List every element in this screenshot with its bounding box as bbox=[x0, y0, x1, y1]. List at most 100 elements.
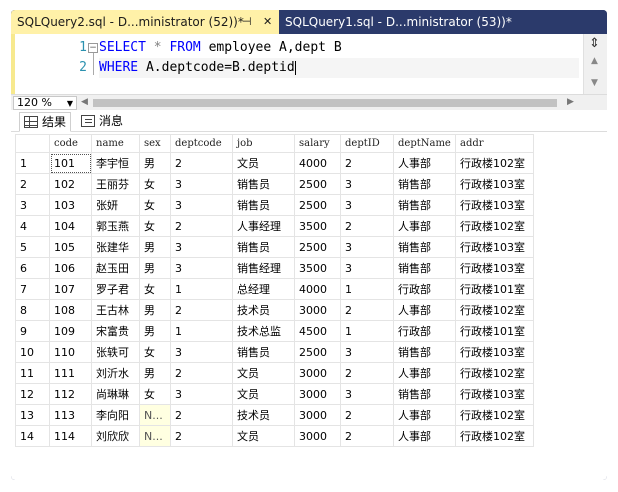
table-cell[interactable]: N... bbox=[139, 425, 171, 447]
table-cell[interactable]: 3500 bbox=[294, 257, 341, 279]
table-cell[interactable]: 3 bbox=[170, 341, 233, 363]
table-cell[interactable]: 行政楼103室 bbox=[455, 236, 534, 258]
table-cell[interactable]: 技术总监 bbox=[232, 320, 295, 342]
table-cell[interactable]: 2 bbox=[340, 215, 394, 237]
table-cell[interactable]: 销售员 bbox=[232, 236, 295, 258]
table-cell[interactable]: 3000 bbox=[294, 383, 341, 405]
table-row[interactable]: 6 106 赵玉田男 3 销售经理 3500 3 销售部 行政楼103室 bbox=[15, 257, 534, 279]
table-cell[interactable]: 2 bbox=[340, 404, 394, 426]
table-cell[interactable]: 107 bbox=[49, 278, 92, 300]
table-cell[interactable]: 刘欣欣 bbox=[91, 425, 140, 447]
table-cell[interactable]: 1 bbox=[340, 320, 394, 342]
table-cell[interactable]: 女 bbox=[139, 173, 171, 195]
table-cell[interactable]: 2 bbox=[170, 425, 233, 447]
table-cell[interactable]: 102 bbox=[49, 173, 92, 195]
table-row[interactable]: 5 105 张建华男 3 销售员 2500 3 销售部 行政楼103室 bbox=[15, 236, 534, 258]
scroll-left-icon[interactable]: ◀ bbox=[81, 97, 88, 107]
table-cell[interactable]: 总经理 bbox=[232, 278, 295, 300]
row-number[interactable]: 12 bbox=[15, 383, 50, 405]
table-cell[interactable]: 郭玉燕 bbox=[91, 215, 140, 237]
table-cell[interactable]: 2 bbox=[170, 404, 233, 426]
table-cell[interactable]: 人事部 bbox=[393, 299, 456, 321]
table-cell[interactable]: 尚琳琳 bbox=[91, 383, 140, 405]
row-number[interactable]: 10 bbox=[15, 341, 50, 363]
table-cell[interactable]: 女 bbox=[139, 215, 171, 237]
table-cell[interactable]: 3 bbox=[170, 236, 233, 258]
table-cell[interactable]: 103 bbox=[49, 194, 92, 216]
table-cell[interactable]: 销售部 bbox=[393, 341, 456, 363]
column-header[interactable]: deptcode bbox=[170, 134, 233, 153]
table-cell[interactable]: 人事部 bbox=[393, 152, 456, 174]
row-number[interactable]: 13 bbox=[15, 404, 50, 426]
table-cell[interactable]: 销售部 bbox=[393, 236, 456, 258]
table-cell[interactable]: 3000 bbox=[294, 425, 341, 447]
zoom-select[interactable]: 120 % ▼ bbox=[13, 96, 77, 110]
table-cell[interactable]: 销售员 bbox=[232, 194, 295, 216]
table-cell[interactable]: 行政楼103室 bbox=[455, 257, 534, 279]
table-cell[interactable]: 行政楼102室 bbox=[455, 299, 534, 321]
table-cell[interactable]: 张轶可 bbox=[91, 341, 140, 363]
table-cell[interactable]: 3000 bbox=[294, 404, 341, 426]
table-cell[interactable]: 赵玉田 bbox=[91, 257, 140, 279]
table-cell[interactable]: 刘沂水 bbox=[91, 362, 140, 384]
table-cell[interactable]: 销售经理 bbox=[232, 257, 295, 279]
table-cell[interactable]: 行政部 bbox=[393, 278, 456, 300]
table-cell[interactable]: 行政楼103室 bbox=[455, 383, 534, 405]
table-cell[interactable]: 1 bbox=[170, 278, 233, 300]
table-row[interactable]: 11 111 刘沂水男 2 文员 3000 2 人事部 行政楼102室 bbox=[15, 362, 534, 384]
table-cell[interactable]: 3 bbox=[340, 236, 394, 258]
table-cell[interactable]: 114 bbox=[49, 425, 92, 447]
table-cell[interactable]: 1 bbox=[170, 320, 233, 342]
table-cell[interactable]: 张建华 bbox=[91, 236, 140, 258]
table-cell[interactable]: 男 bbox=[139, 362, 171, 384]
scroll-down-icon[interactable]: ▼ bbox=[591, 78, 598, 88]
table-cell[interactable]: 男 bbox=[139, 152, 171, 174]
table-cell[interactable]: 3 bbox=[170, 194, 233, 216]
table-cell[interactable]: 销售部 bbox=[393, 194, 456, 216]
table-cell[interactable]: 3000 bbox=[294, 362, 341, 384]
table-cell[interactable]: 文员 bbox=[232, 362, 295, 384]
table-cell[interactable]: 111 bbox=[49, 362, 92, 384]
table-cell[interactable]: 2500 bbox=[294, 341, 341, 363]
table-cell[interactable]: 108 bbox=[49, 299, 92, 321]
table-cell[interactable]: 2500 bbox=[294, 236, 341, 258]
close-icon[interactable]: ✕ bbox=[263, 10, 272, 34]
row-number[interactable]: 3 bbox=[15, 194, 50, 216]
table-cell[interactable]: 4000 bbox=[294, 278, 341, 300]
table-cell[interactable]: 2 bbox=[170, 152, 233, 174]
table-cell[interactable]: 2 bbox=[170, 299, 233, 321]
table-cell[interactable]: 人事部 bbox=[393, 215, 456, 237]
column-header[interactable]: sex bbox=[139, 134, 171, 153]
table-cell[interactable]: 销售部 bbox=[393, 257, 456, 279]
table-cell[interactable]: 2 bbox=[340, 152, 394, 174]
tab-messages[interactable]: 消息 bbox=[77, 112, 127, 132]
table-cell[interactable]: 文员 bbox=[232, 425, 295, 447]
column-header[interactable]: salary bbox=[294, 134, 341, 153]
row-number[interactable]: 1 bbox=[15, 152, 50, 174]
table-cell[interactable]: 3 bbox=[340, 194, 394, 216]
table-row[interactable]: 9 109 宋富贵男 1 技术总监 4500 1 行政部 行政楼101室 bbox=[15, 320, 534, 342]
table-cell[interactable]: 王丽芬 bbox=[91, 173, 140, 195]
table-cell[interactable]: 行政楼102室 bbox=[455, 362, 534, 384]
table-cell[interactable]: 104 bbox=[49, 215, 92, 237]
scroll-up-icon[interactable]: ▲ bbox=[591, 56, 598, 66]
split-icon[interactable]: ⇕ bbox=[589, 36, 600, 51]
row-number[interactable]: 7 bbox=[15, 278, 50, 300]
table-cell[interactable]: 女 bbox=[139, 194, 171, 216]
table-cell[interactable]: 3000 bbox=[294, 299, 341, 321]
table-cell[interactable]: 3 bbox=[170, 257, 233, 279]
table-cell[interactable]: 3 bbox=[340, 341, 394, 363]
table-cell[interactable]: 行政楼102室 bbox=[455, 152, 534, 174]
table-cell[interactable]: 101 bbox=[49, 152, 92, 174]
table-cell[interactable]: 行政楼101室 bbox=[455, 278, 534, 300]
row-number[interactable]: 2 bbox=[15, 173, 50, 195]
table-cell[interactable]: 行政楼103室 bbox=[455, 173, 534, 195]
table-cell[interactable]: N... bbox=[139, 404, 171, 426]
table-cell[interactable]: 2 bbox=[170, 362, 233, 384]
table-cell[interactable]: 3 bbox=[170, 173, 233, 195]
column-header[interactable]: code bbox=[49, 134, 92, 153]
table-cell[interactable]: 1 bbox=[340, 278, 394, 300]
column-header[interactable]: addr bbox=[455, 134, 534, 153]
table-cell[interactable]: 女 bbox=[139, 278, 171, 300]
table-cell[interactable]: 张妍 bbox=[91, 194, 140, 216]
